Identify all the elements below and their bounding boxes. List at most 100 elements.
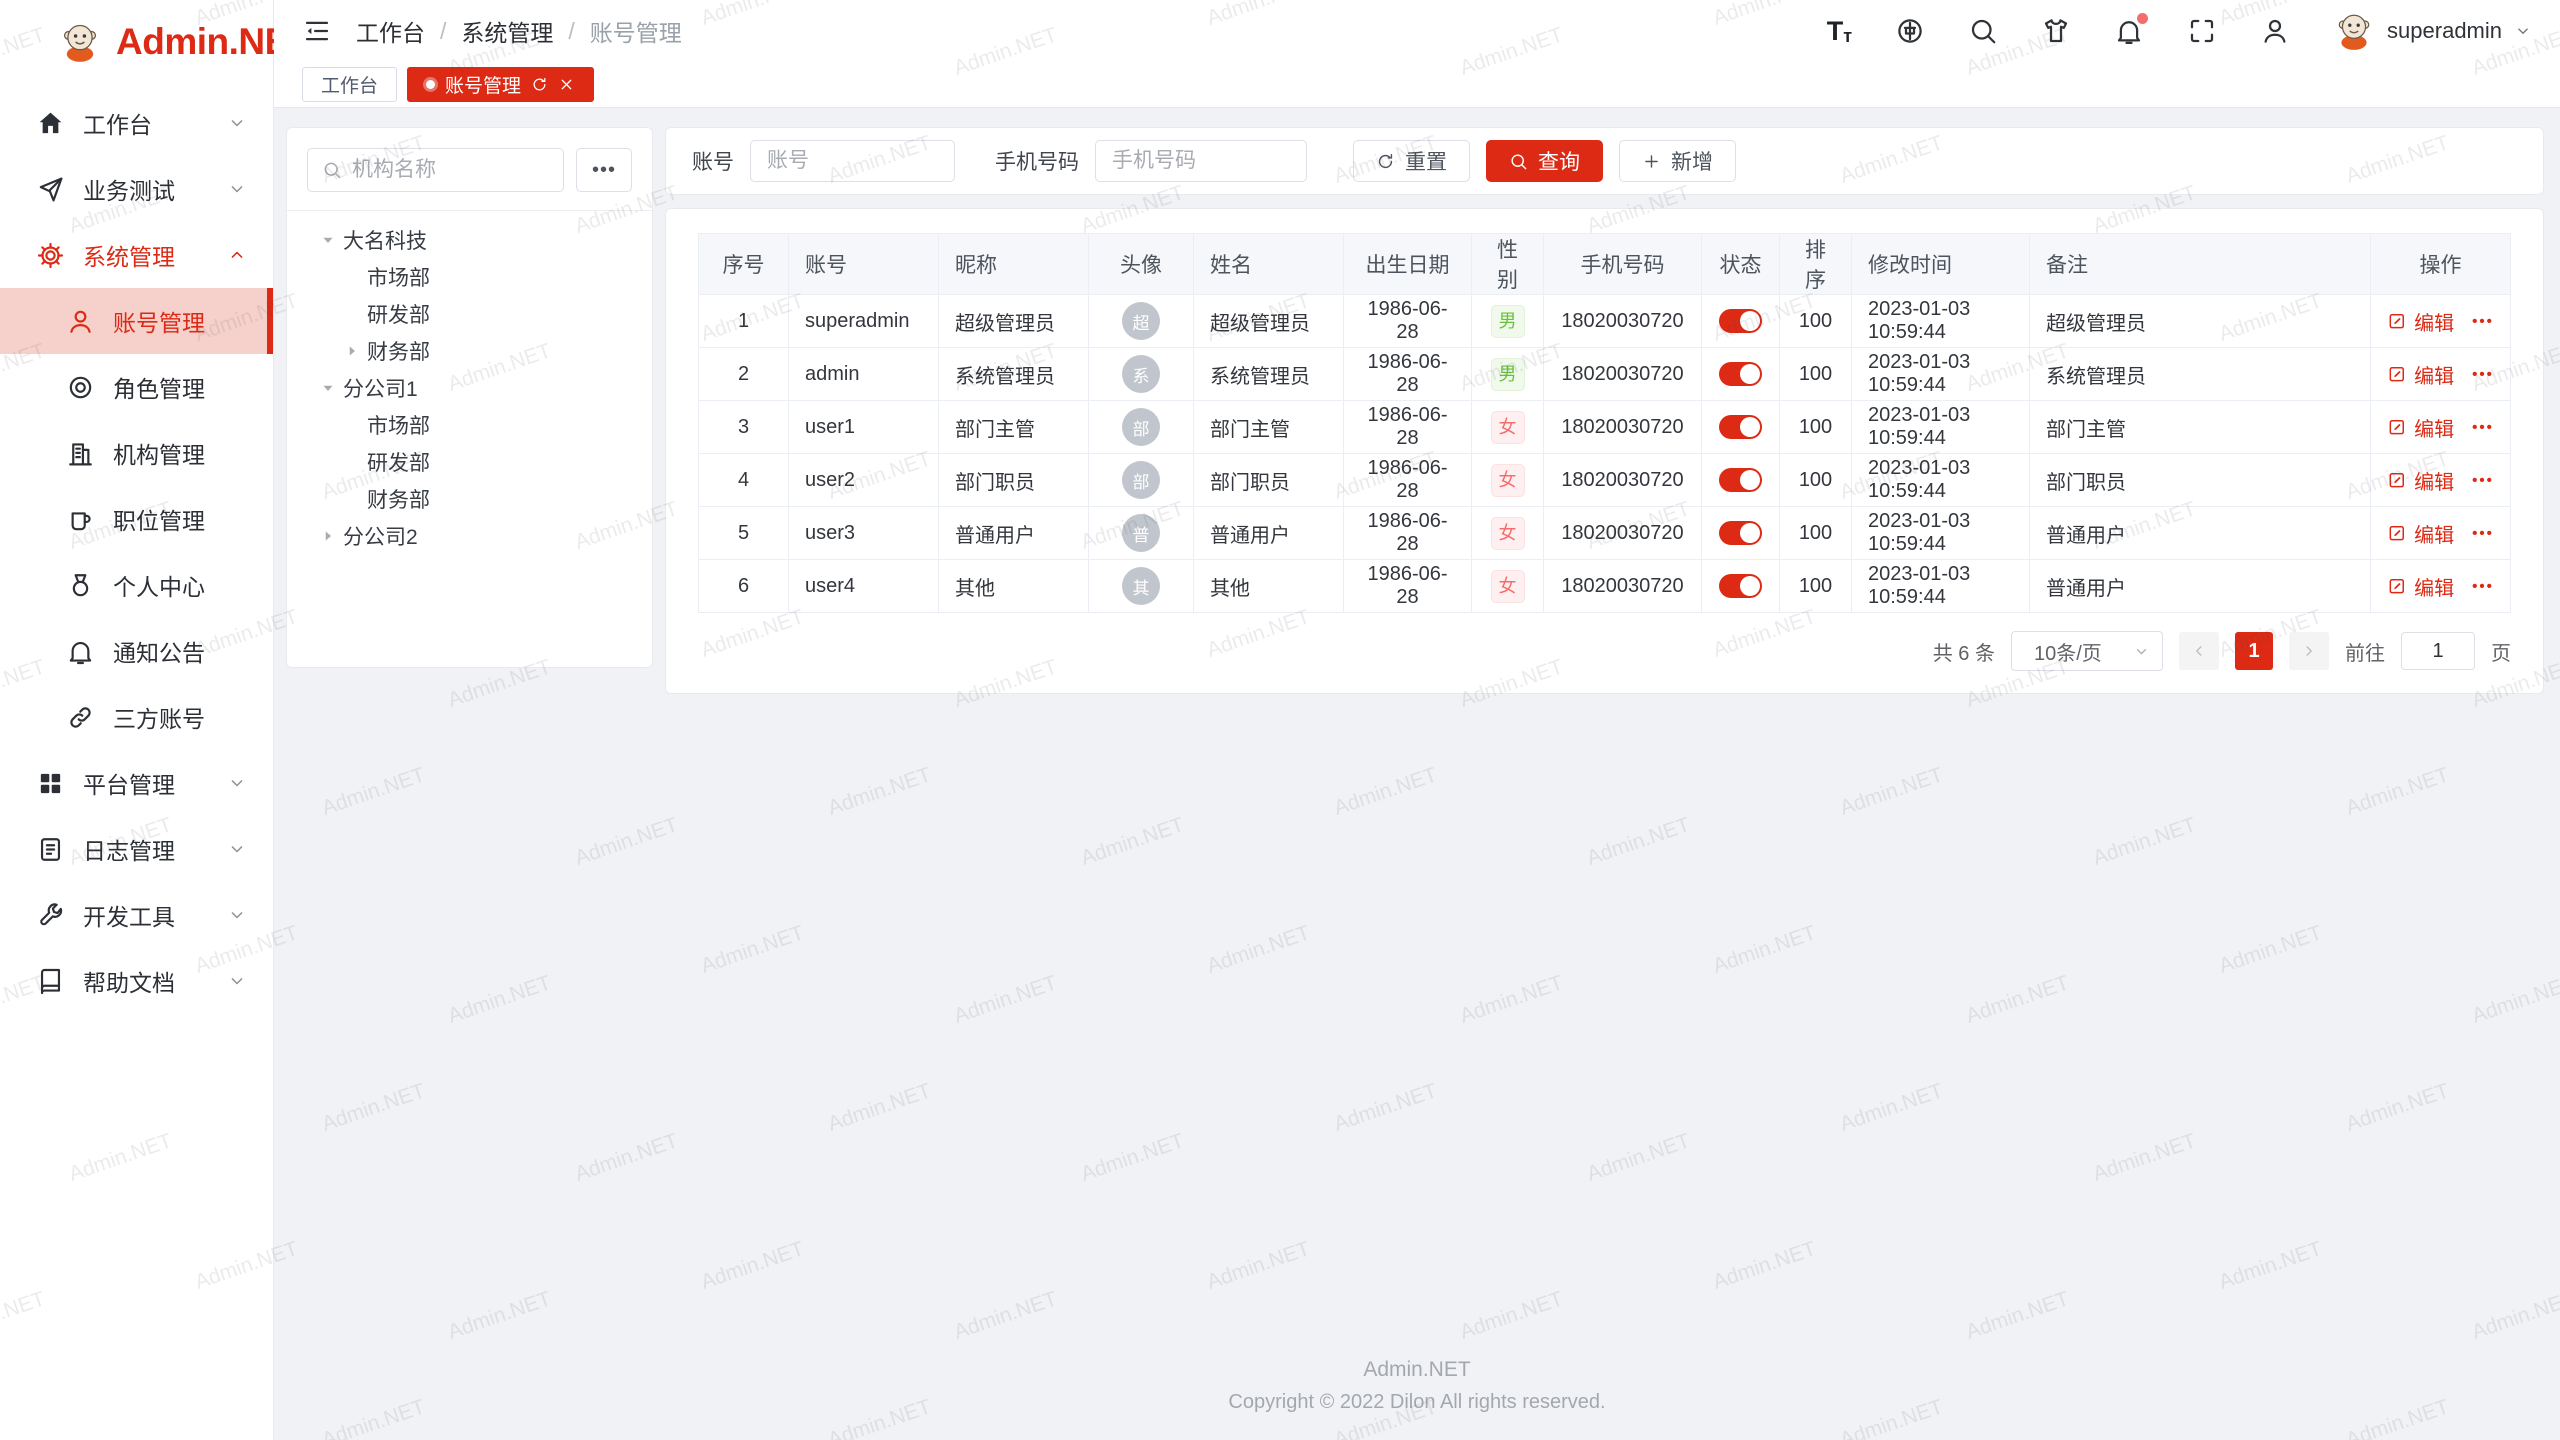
- edit-button[interactable]: 编辑: [2387, 360, 2454, 389]
- next-page-button[interactable]: [2289, 632, 2329, 670]
- role-icon: [66, 373, 95, 402]
- theme-shirt-icon[interactable]: [2041, 16, 2071, 46]
- tab-refresh-icon[interactable]: [531, 76, 548, 93]
- account-label: 账号: [692, 146, 734, 176]
- row-more-button[interactable]: •••: [2472, 366, 2494, 383]
- page-unit-label: 页: [2491, 637, 2511, 666]
- status-toggle[interactable]: [1719, 574, 1762, 598]
- sidebar-item-system-management[interactable]: 系统管理: [0, 222, 273, 288]
- breadcrumb-item[interactable]: 系统管理: [461, 14, 553, 48]
- user-menu[interactable]: superadmin: [2333, 10, 2532, 52]
- row-more-button[interactable]: •••: [2472, 419, 2494, 436]
- notification-bell-icon[interactable]: [2114, 16, 2144, 46]
- search-icon[interactable]: [1968, 16, 1998, 46]
- language-icon[interactable]: [1895, 16, 1925, 46]
- breadcrumb-item[interactable]: 工作台: [356, 14, 425, 48]
- status-toggle[interactable]: [1719, 468, 1762, 492]
- reset-button[interactable]: 重置: [1353, 140, 1470, 182]
- tree-node[interactable]: 研发部: [307, 443, 632, 480]
- sidebar-item-role-management[interactable]: 角色管理: [0, 354, 273, 420]
- column-header: 序号: [699, 234, 789, 295]
- cell-nickname: 超级管理员: [939, 295, 1089, 348]
- sidebar-item-label: 系统管理: [83, 238, 227, 272]
- tree-node[interactable]: 大名科技: [307, 221, 632, 258]
- tree-node[interactable]: 研发部: [307, 295, 632, 332]
- page-size-select[interactable]: 10条/页: [2011, 631, 2163, 671]
- cell-phone: 18020030720: [1544, 507, 1702, 560]
- sidebar-item-help-docs[interactable]: 帮助文档: [0, 948, 273, 1014]
- sidebar-item-platform-management[interactable]: 平台管理: [0, 750, 273, 816]
- org-search-row: •••: [307, 148, 632, 192]
- edit-button[interactable]: 编辑: [2387, 466, 2454, 495]
- sidebar-item-dev-tools[interactable]: 开发工具: [0, 882, 273, 948]
- topbar-actions: Tт superadmin: [1827, 10, 2532, 52]
- cell-remark: 部门职员: [2030, 454, 2371, 507]
- cell-birthdate: 1986-06-28: [1344, 348, 1472, 401]
- tree-node[interactable]: 财务部: [307, 480, 632, 517]
- tree-node[interactable]: 分公司1: [307, 369, 632, 406]
- tree-node[interactable]: 市场部: [307, 406, 632, 443]
- edit-label: 编辑: [2414, 519, 2454, 548]
- caret-down-icon[interactable]: [319, 379, 343, 397]
- row-more-button[interactable]: •••: [2472, 578, 2494, 595]
- cell-name: 系统管理员: [1194, 348, 1344, 401]
- sidebar-item-workbench[interactable]: 工作台: [0, 90, 273, 156]
- collapse-sidebar-icon[interactable]: [302, 16, 332, 46]
- cell-sort: 100: [1780, 560, 1852, 613]
- fullscreen-icon[interactable]: [2187, 16, 2217, 46]
- cell-birthdate: 1986-06-28: [1344, 560, 1472, 613]
- logo-monkey-icon: [58, 20, 102, 64]
- status-toggle[interactable]: [1719, 415, 1762, 439]
- caret-right-icon[interactable]: [319, 527, 343, 545]
- sidebar-item-business-test[interactable]: 业务测试: [0, 156, 273, 222]
- search-icon: [322, 160, 342, 180]
- row-more-button[interactable]: •••: [2472, 313, 2494, 330]
- row-more-button[interactable]: •••: [2472, 525, 2494, 542]
- edit-label: 编辑: [2414, 572, 2454, 601]
- tree-node[interactable]: 财务部: [307, 332, 632, 369]
- sidebar-item-personal-center[interactable]: 个人中心: [0, 552, 273, 618]
- tab-close-icon[interactable]: [558, 76, 575, 93]
- sidebar-item-label: 日志管理: [83, 832, 227, 866]
- org-search-input[interactable]: [352, 158, 549, 182]
- tree-node[interactable]: 市场部: [307, 258, 632, 295]
- tab-workbench[interactable]: 工作台: [302, 67, 397, 102]
- search-button[interactable]: 查询: [1486, 140, 1603, 182]
- edit-button[interactable]: 编辑: [2387, 413, 2454, 442]
- sidebar-item-position-management[interactable]: 职位管理: [0, 486, 273, 552]
- caret-down-icon[interactable]: [319, 231, 343, 249]
- cell-name: 部门主管: [1194, 401, 1344, 454]
- cell-index: 5: [699, 507, 789, 560]
- font-size-icon[interactable]: Tт: [1827, 18, 1852, 45]
- phone-input[interactable]: [1095, 140, 1307, 182]
- sidebar-item-account-management[interactable]: 账号管理: [0, 288, 273, 354]
- column-header: 账号: [789, 234, 939, 295]
- edit-button[interactable]: 编辑: [2387, 572, 2454, 601]
- edit-button[interactable]: 编辑: [2387, 519, 2454, 548]
- tree-node-label: 市场部: [367, 262, 430, 292]
- profile-person-icon[interactable]: [2260, 16, 2290, 46]
- status-toggle[interactable]: [1719, 362, 1762, 386]
- account-input[interactable]: [750, 140, 955, 182]
- row-more-button[interactable]: •••: [2472, 472, 2494, 489]
- tab-account-management[interactable]: 账号管理: [407, 67, 594, 102]
- sidebar-item-notice-announcement[interactable]: 通知公告: [0, 618, 273, 684]
- add-button[interactable]: 新增: [1619, 140, 1736, 182]
- status-toggle[interactable]: [1719, 309, 1762, 333]
- status-toggle[interactable]: [1719, 521, 1762, 545]
- prev-page-button[interactable]: [2179, 632, 2219, 670]
- edit-icon: [2387, 523, 2407, 543]
- org-more-button[interactable]: •••: [576, 148, 632, 192]
- sidebar-item-third-party-account[interactable]: 三方账号: [0, 684, 273, 750]
- caret-right-icon[interactable]: [343, 342, 367, 360]
- logo[interactable]: Admin.NET: [0, 0, 273, 84]
- cell-remark: 超级管理员: [2030, 295, 2371, 348]
- sidebar-item-org-management[interactable]: 机构管理: [0, 420, 273, 486]
- goto-page-input[interactable]: [2401, 632, 2475, 670]
- sidebar-menu: 工作台业务测试系统管理账号管理角色管理机构管理职位管理个人中心通知公告三方账号平…: [0, 84, 273, 1014]
- edit-button[interactable]: 编辑: [2387, 307, 2454, 336]
- phone-label: 手机号码: [995, 146, 1079, 176]
- sidebar-item-log-management[interactable]: 日志管理: [0, 816, 273, 882]
- page-number-current[interactable]: 1: [2235, 632, 2273, 670]
- tree-node[interactable]: 分公司2: [307, 517, 632, 554]
